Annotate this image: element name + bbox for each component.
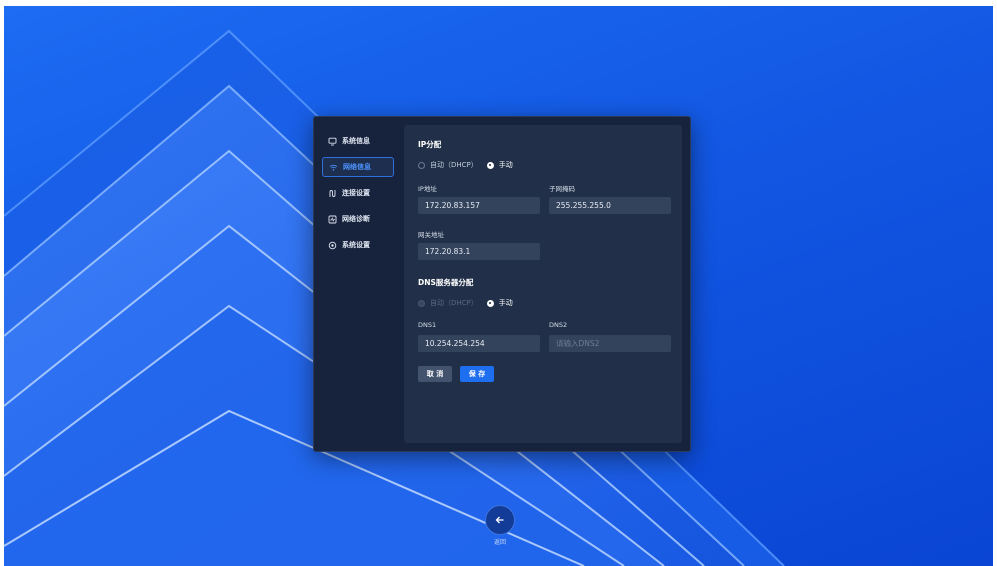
dns1-label: DNS1 [418,321,437,329]
back-label: 返回 [493,539,506,546]
settings-icon [328,241,337,250]
sidebar-item-label: 网络信息 [343,163,371,171]
subnet-mask-field[interactable]: 255.255.255.0 [549,197,671,214]
subnet-mask-label: 子网掩码 [549,185,575,193]
sidebar-item-label: 连接设置 [342,189,370,197]
sidebar-item-connection-settings[interactable]: 连接设置 [322,183,394,203]
wifi-icon [329,163,338,172]
arrow-left-icon [494,511,506,530]
ip-address-label: IP地址 [418,185,437,193]
back-button[interactable] [485,505,515,535]
ip-section-title: IP分配 [418,140,442,149]
sidebar-item-system-info[interactable]: 系统信息 [322,131,394,151]
cancel-button[interactable]: 取 消 [418,366,452,382]
ip-manual-label[interactable]: 手动 [499,160,513,170]
sidebar-item-system-settings[interactable]: 系统设置 [322,235,394,255]
sidebar-item-label: 系统信息 [342,137,370,145]
dns1-field[interactable]: 10.254.254.254 [418,335,540,352]
network-settings-dialog: 系统信息 网络信息 连接设置 网络诊断 系统设置 IP分配 自动（DHCP） 手… [313,116,691,452]
diagnostic-icon [328,215,337,224]
ip-auto-label[interactable]: 自动（DHCP） [430,160,478,170]
save-button[interactable]: 保 存 [460,366,494,382]
sidebar-item-label: 网络诊断 [342,215,370,223]
settings-sidebar: 系统信息 网络信息 连接设置 网络诊断 系统设置 [314,117,402,451]
dns-mode-radio-group: 自动（DHCP） 手动 [418,298,513,308]
connection-icon [328,189,337,198]
dns2-field[interactable]: 请输入DNS2 [549,335,671,352]
ip-address-field[interactable]: 172.20.83.157 [418,197,540,214]
dns-auto-radio[interactable] [418,299,425,307]
dns-auto-label[interactable]: 自动（DHCP） [430,298,478,308]
monitor-icon [328,137,337,146]
dns2-label: DNS2 [549,321,568,329]
gateway-field[interactable]: 172.20.83.1 [418,243,540,260]
dns-section-title: DNS服务器分配 [418,278,474,287]
dns-manual-label[interactable]: 手动 [499,298,513,308]
network-info-panel: IP分配 自动（DHCP） 手动 IP地址 子网掩码 172.20.83.157… [404,125,682,443]
sidebar-item-network-diagnostics[interactable]: 网络诊断 [322,209,394,229]
ip-auto-radio[interactable] [418,161,425,169]
ip-manual-radio[interactable] [486,161,494,169]
sidebar-item-network-info[interactable]: 网络信息 [322,157,394,177]
ip-mode-radio-group: 自动（DHCP） 手动 [418,160,513,170]
sidebar-item-label: 系统设置 [342,241,370,249]
gateway-label: 网关地址 [418,231,444,239]
dns-manual-radio[interactable] [486,299,494,307]
